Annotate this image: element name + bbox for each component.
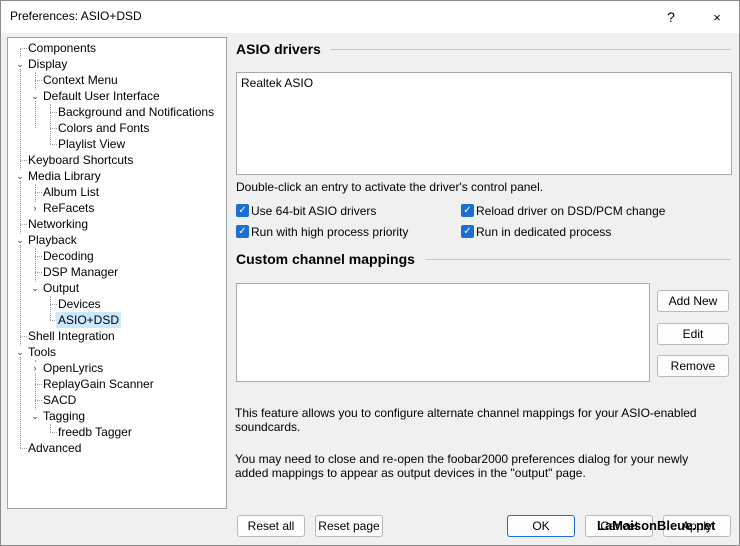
tree-line [50,424,51,432]
tree-line [50,104,51,144]
help-icon[interactable]: ? [649,1,693,33]
reset-all-button[interactable]: Reset all [237,515,305,537]
tree-item-playback[interactable]: Playback [26,232,79,248]
section-divider [331,49,731,50]
tree-item-devices[interactable]: Devices [56,296,103,312]
tree-item-freedb-tagger[interactable]: freedb Tagger [56,424,134,440]
tree-item-default-user-interface[interactable]: Default User Interface [41,88,162,104]
mapping-info-line: soundcards. [235,420,301,434]
reset-page-button[interactable]: Reset page [315,515,383,537]
tree-item-openlyrics[interactable]: OpenLyrics [41,360,105,376]
tree-item-tagging[interactable]: Tagging [41,408,87,424]
reopen-info-line: You may need to close and re-open the fo… [235,452,689,466]
checkbox-high-priority-label[interactable]: Run with high process priority [251,225,408,239]
checkbox-64bit-label[interactable]: Use 64-bit ASIO drivers [251,204,376,218]
mapping-info-line: This feature allows you to configure alt… [235,406,697,420]
collapse-chevron-icon[interactable]: ⌄ [15,235,25,245]
tree-item-dsp-manager[interactable]: DSP Manager [41,264,120,280]
tree-item-asio-dsd[interactable]: ASIO+DSD [56,312,122,328]
tree-item-colors-fonts[interactable]: Colors and Fonts [56,120,151,136]
collapse-chevron-icon[interactable]: ⌄ [30,283,40,293]
preferences-window: Preferences: ASIO+DSD ? × ⌄ ⌄ ⌄ › ⌄ ⌄ ⌄ … [0,0,740,546]
tree-line [50,296,51,320]
custom-mappings-heading: Custom channel mappings [236,251,415,267]
checkbox-reload-driver[interactable]: ✓ [461,204,474,217]
checkbox-dedicated-process[interactable]: ✓ [461,225,474,238]
section-divider [426,259,731,260]
tree-item-advanced[interactable]: Advanced [26,440,83,456]
channel-mapping-list[interactable] [236,283,650,382]
tree-line [20,48,21,448]
tree-item-output[interactable]: Output [41,280,81,296]
tree-item-replaygain-scanner[interactable]: ReplayGain Scanner [41,376,156,392]
collapse-chevron-icon[interactable]: ⌄ [15,347,25,357]
collapse-chevron-icon[interactable]: ⌄ [30,91,40,101]
expand-chevron-icon[interactable]: › [30,203,40,213]
tree-item-tools[interactable]: Tools [26,344,58,360]
checkbox-dedicated-process-label[interactable]: Run in dedicated process [476,225,611,239]
collapse-chevron-icon[interactable]: ⌄ [15,59,25,69]
tree-item-display[interactable]: Display [26,56,69,72]
title-bar: Preferences: ASIO+DSD ? × [1,1,739,33]
close-icon[interactable]: × [695,1,739,33]
asio-driver-list[interactable]: Realtek ASIO [236,72,732,175]
tree-item-media-library[interactable]: Media Library [26,168,103,184]
driver-hint-text: Double-click an entry to activate the dr… [236,180,544,194]
tree-item-album-list[interactable]: Album List [41,184,101,200]
remove-button[interactable]: Remove [657,355,729,377]
reopen-info-line: added mappings to appear as output devic… [235,466,586,480]
tree-item-components[interactable]: Components [26,40,98,56]
collapse-chevron-icon[interactable]: ⌄ [30,411,40,421]
edit-button[interactable]: Edit [657,323,729,345]
checkbox-64bit[interactable]: ✓ [236,204,249,217]
driver-item[interactable]: Realtek ASIO [241,76,313,90]
asio-settings-panel: ASIO drivers Realtek ASIO Double-click a… [229,33,739,545]
tree-item-networking[interactable]: Networking [26,216,90,232]
tree-item-keyboard-shortcuts[interactable]: Keyboard Shortcuts [26,152,135,168]
add-new-button[interactable]: Add New [657,290,729,312]
expand-chevron-icon[interactable]: › [30,363,40,373]
tree-item-shell-integration[interactable]: Shell Integration [26,328,117,344]
tree-item-playlist-view[interactable]: Playlist View [56,136,127,152]
tree-item-background-notifications[interactable]: Background and Notifications [56,104,216,120]
asio-drivers-heading: ASIO drivers [236,41,321,57]
tree-item-context-menu[interactable]: Context Menu [41,72,120,88]
preferences-tree[interactable]: ⌄ ⌄ ⌄ › ⌄ ⌄ ⌄ › ⌄ Components Display Con… [7,37,227,509]
tree-item-decoding[interactable]: Decoding [41,248,96,264]
tree-item-sacd[interactable]: SACD [41,392,78,408]
window-title: Preferences: ASIO+DSD [10,9,142,23]
ok-button[interactable]: OK [507,515,575,537]
watermark-text: LaMaisonBleue.net [597,518,716,533]
checkbox-reload-driver-label[interactable]: Reload driver on DSD/PCM change [476,204,665,218]
collapse-chevron-icon[interactable]: ⌄ [15,171,25,181]
checkbox-high-priority[interactable]: ✓ [236,225,249,238]
tree-item-refacets[interactable]: ReFacets [41,200,96,216]
tree-line [35,248,36,288]
